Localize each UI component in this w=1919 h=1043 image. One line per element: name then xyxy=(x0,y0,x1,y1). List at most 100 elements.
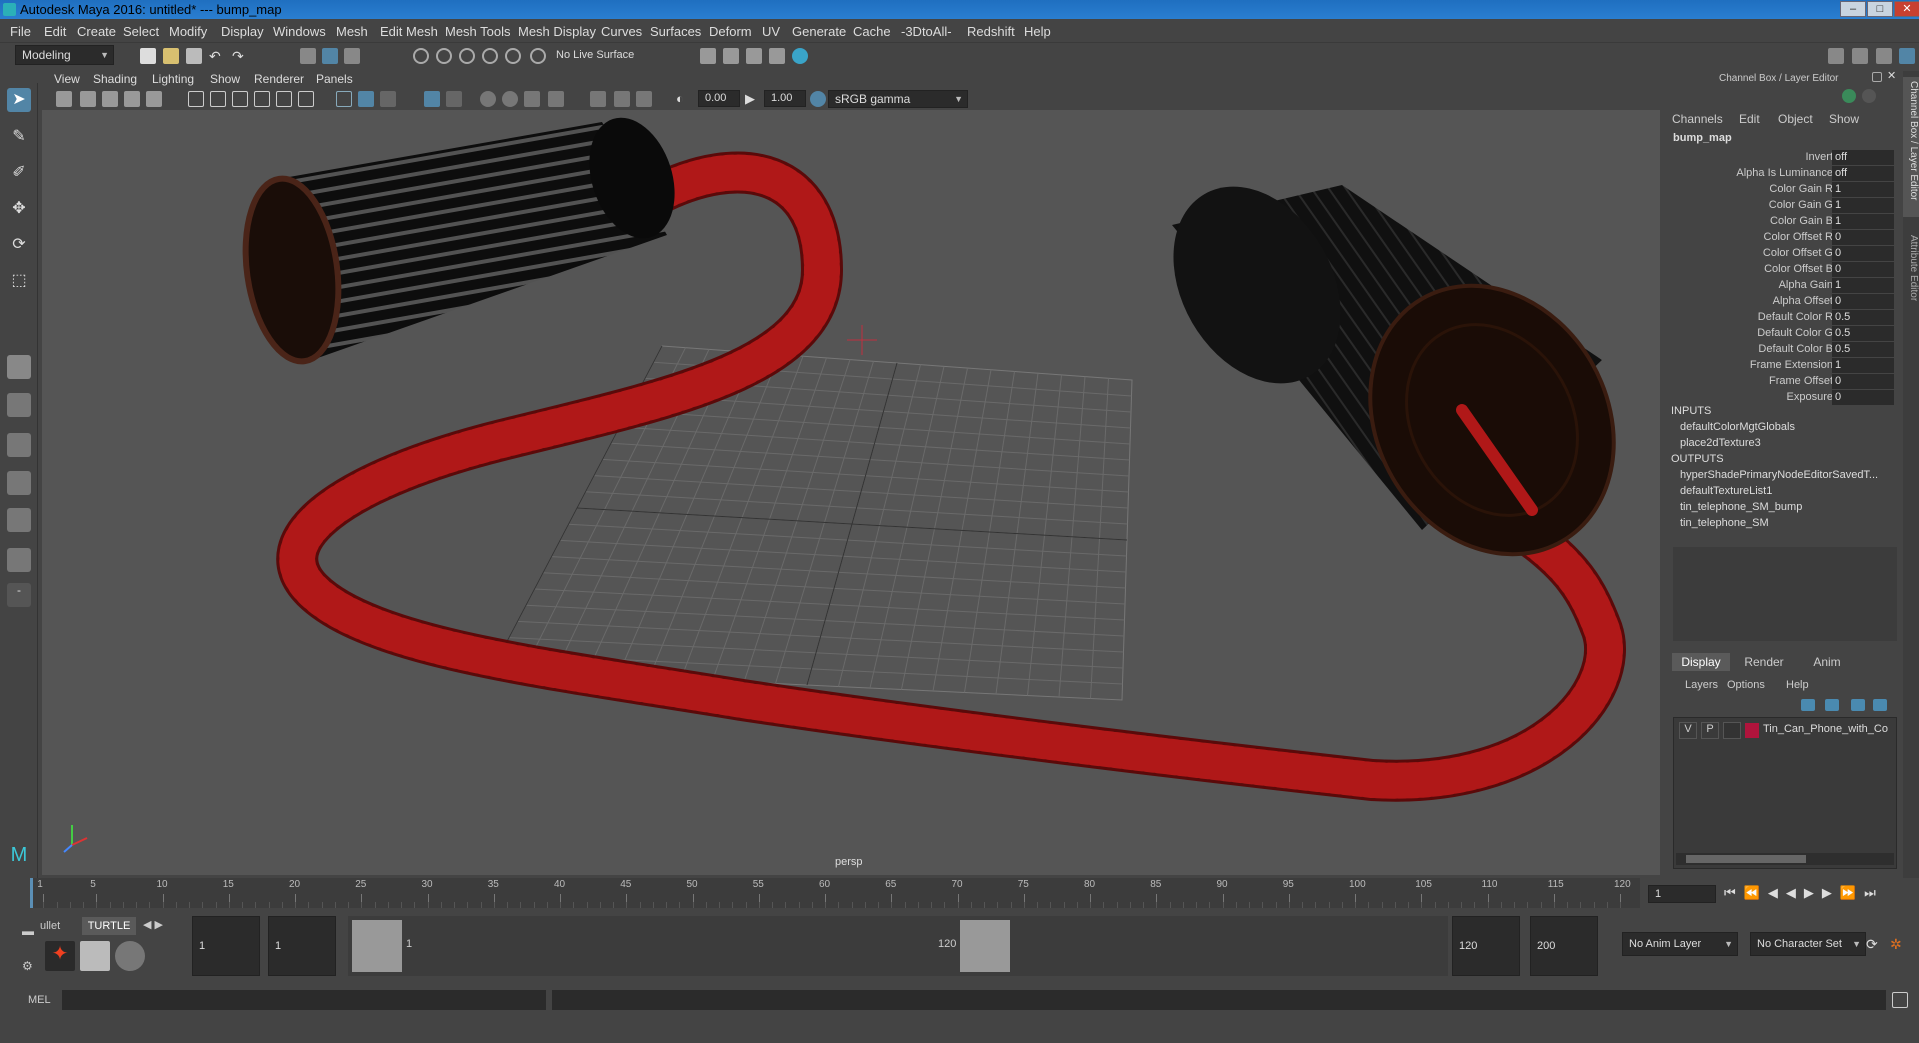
new-scene-icon[interactable] xyxy=(140,48,156,64)
snap-curve-icon[interactable] xyxy=(436,48,452,64)
cb-menu-show[interactable]: Show xyxy=(1829,112,1859,126)
attribute-value[interactable]: 0 xyxy=(1832,294,1894,309)
gamma-field[interactable]: 1.00 xyxy=(764,90,806,107)
move-layer-down-icon[interactable] xyxy=(1825,699,1839,711)
undo-icon[interactable]: ↶ xyxy=(209,48,225,64)
attribute-row[interactable]: Color Gain G1 xyxy=(1665,198,1903,214)
tab-channel-box[interactable]: Channel Box / Layer Editor xyxy=(1903,77,1919,217)
vp-menu-shading[interactable]: Shading xyxy=(93,72,137,86)
channel-box-toggle-icon[interactable] xyxy=(1899,48,1915,64)
attribute-row[interactable]: Default Color B 0.5 xyxy=(1665,342,1903,358)
vp-menu-renderer[interactable]: Renderer xyxy=(254,72,304,86)
grid-toggle-icon[interactable] xyxy=(188,91,204,107)
redo-icon[interactable]: ↷ xyxy=(232,48,248,64)
custom-layout-icon[interactable]: - xyxy=(7,583,31,607)
ipr-render-icon[interactable] xyxy=(746,48,762,64)
open-scene-icon[interactable] xyxy=(163,48,179,64)
resolution-gate-icon[interactable] xyxy=(232,91,248,107)
menu-help[interactable]: Help xyxy=(1024,24,1051,39)
persp-outliner-icon[interactable] xyxy=(7,433,31,457)
playback-start-field[interactable]: 1 xyxy=(268,916,336,976)
menu-windows[interactable]: Windows xyxy=(273,24,326,39)
hypershade-icon[interactable] xyxy=(792,48,808,64)
menu-deform[interactable]: Deform xyxy=(709,24,752,39)
menu-file[interactable]: File xyxy=(10,24,31,39)
output-node[interactable]: hyperShadePrimaryNodeEditorSavedT... xyxy=(1680,469,1878,481)
tab-display[interactable]: Display xyxy=(1672,653,1730,671)
attribute-value[interactable]: 0.5 xyxy=(1832,326,1894,341)
layer-row[interactable]: V P Tin_Can_Phone_with_Co xyxy=(1677,722,1895,740)
select-component-icon[interactable] xyxy=(344,48,360,64)
cb-menu-channels[interactable]: Channels xyxy=(1672,112,1723,126)
gate-mask-icon[interactable] xyxy=(254,91,270,107)
attribute-editor-icon[interactable] xyxy=(1876,48,1892,64)
output-node[interactable]: tin_telephone_SM xyxy=(1680,517,1769,529)
attribute-row[interactable]: Color Gain R1 xyxy=(1665,182,1903,198)
shelf-tab-bullet[interactable]: ullet xyxy=(40,920,60,932)
step-forward-frame-icon[interactable]: ▶ xyxy=(1822,885,1840,900)
menu-create[interactable]: Create xyxy=(77,24,116,39)
attribute-row[interactable]: Default Color R 0.5 xyxy=(1665,310,1903,326)
perspective-viewport[interactable]: persp xyxy=(42,110,1660,875)
channel-lock-icon[interactable] xyxy=(1862,89,1876,103)
menu-mesh-display[interactable]: Mesh Display xyxy=(518,24,596,39)
persp-hypershade-icon[interactable] xyxy=(7,508,31,532)
save-scene-icon[interactable] xyxy=(186,48,202,64)
character-set-dropdown[interactable]: No Character Set ▼ xyxy=(1750,932,1866,956)
attribute-row[interactable]: Frame Offset 0 xyxy=(1665,374,1903,390)
menu-mesh-tools[interactable]: Mesh Tools xyxy=(445,24,511,39)
scale-tool-icon[interactable]: ⬚ xyxy=(7,269,31,293)
wireframe-icon[interactable] xyxy=(336,91,352,107)
new-layer-icon[interactable] xyxy=(1851,699,1865,711)
render-current-icon[interactable] xyxy=(700,48,716,64)
channel-key-icon[interactable] xyxy=(1842,89,1856,103)
vp-menu-show[interactable]: Show xyxy=(210,72,240,86)
safe-action-icon[interactable] xyxy=(298,91,314,107)
input-node[interactable]: place2dTexture3 xyxy=(1680,437,1761,449)
field-chart-icon[interactable] xyxy=(276,91,292,107)
turtle-render-icon[interactable]: ✦ xyxy=(45,941,75,971)
bookmark-icon[interactable] xyxy=(102,91,118,107)
current-frame-field[interactable]: 1 xyxy=(1648,885,1716,903)
step-back-frame-icon[interactable]: ◀ xyxy=(1768,885,1786,900)
range-bar[interactable]: 1 120 xyxy=(348,916,1448,976)
turtle-bake-icon[interactable] xyxy=(80,941,110,971)
menu-select[interactable]: Select xyxy=(123,24,159,39)
input-node[interactable]: defaultColorMgtGlobals xyxy=(1680,421,1795,433)
menu-cache[interactable]: Cache xyxy=(853,24,891,39)
scene-render[interactable] xyxy=(42,110,1660,875)
maya-m-icon[interactable]: M xyxy=(7,843,31,867)
menu-curves[interactable]: Curves xyxy=(601,24,642,39)
step-back-key-icon[interactable]: ⏪ xyxy=(1744,885,1768,900)
shadows-icon[interactable] xyxy=(480,91,496,107)
attribute-value[interactable]: off xyxy=(1832,166,1894,181)
shelf-tab-turtle[interactable]: TURTLE xyxy=(82,917,136,935)
camera-select-icon[interactable] xyxy=(56,91,72,107)
paint-select-icon[interactable]: ✐ xyxy=(7,161,31,185)
animation-start-field[interactable]: 1 xyxy=(192,916,260,976)
attribute-value[interactable]: 1 xyxy=(1832,214,1894,229)
snap-point-icon[interactable] xyxy=(459,48,475,64)
go-to-start-icon[interactable]: ⏮ xyxy=(1724,885,1744,900)
rotate-tool-icon[interactable]: ⟳ xyxy=(7,233,31,257)
color-space-dropdown[interactable]: sRGB gamma ▼ xyxy=(828,90,968,108)
gamma-icon[interactable]: ▶ xyxy=(745,91,761,107)
mode-dropdown[interactable]: Modeling ▼ xyxy=(15,45,114,65)
attribute-row[interactable]: Exposure 0 xyxy=(1665,390,1903,406)
select-object-icon[interactable] xyxy=(322,48,338,64)
animation-end-field[interactable]: 200 xyxy=(1530,916,1598,976)
output-node[interactable]: defaultTextureList1 xyxy=(1680,485,1772,497)
four-view-icon[interactable] xyxy=(7,393,31,417)
attribute-value[interactable]: 1 xyxy=(1832,182,1894,197)
playback-end-field[interactable]: 120 xyxy=(1452,916,1520,976)
textured-icon[interactable] xyxy=(424,91,440,107)
menu-edit-mesh[interactable]: Edit Mesh xyxy=(380,24,438,39)
ambient-occlusion-icon[interactable] xyxy=(502,91,518,107)
smooth-shade-icon[interactable] xyxy=(358,91,374,107)
single-perspective-icon[interactable] xyxy=(7,355,31,379)
tab-anim[interactable]: Anim xyxy=(1798,653,1856,671)
color-management-icon[interactable] xyxy=(810,91,826,107)
go-to-end-icon[interactable]: ⏭ xyxy=(1864,885,1884,900)
anim-prefs-icon[interactable]: ✲ xyxy=(1890,936,1906,952)
render-sequence-icon[interactable] xyxy=(723,48,739,64)
